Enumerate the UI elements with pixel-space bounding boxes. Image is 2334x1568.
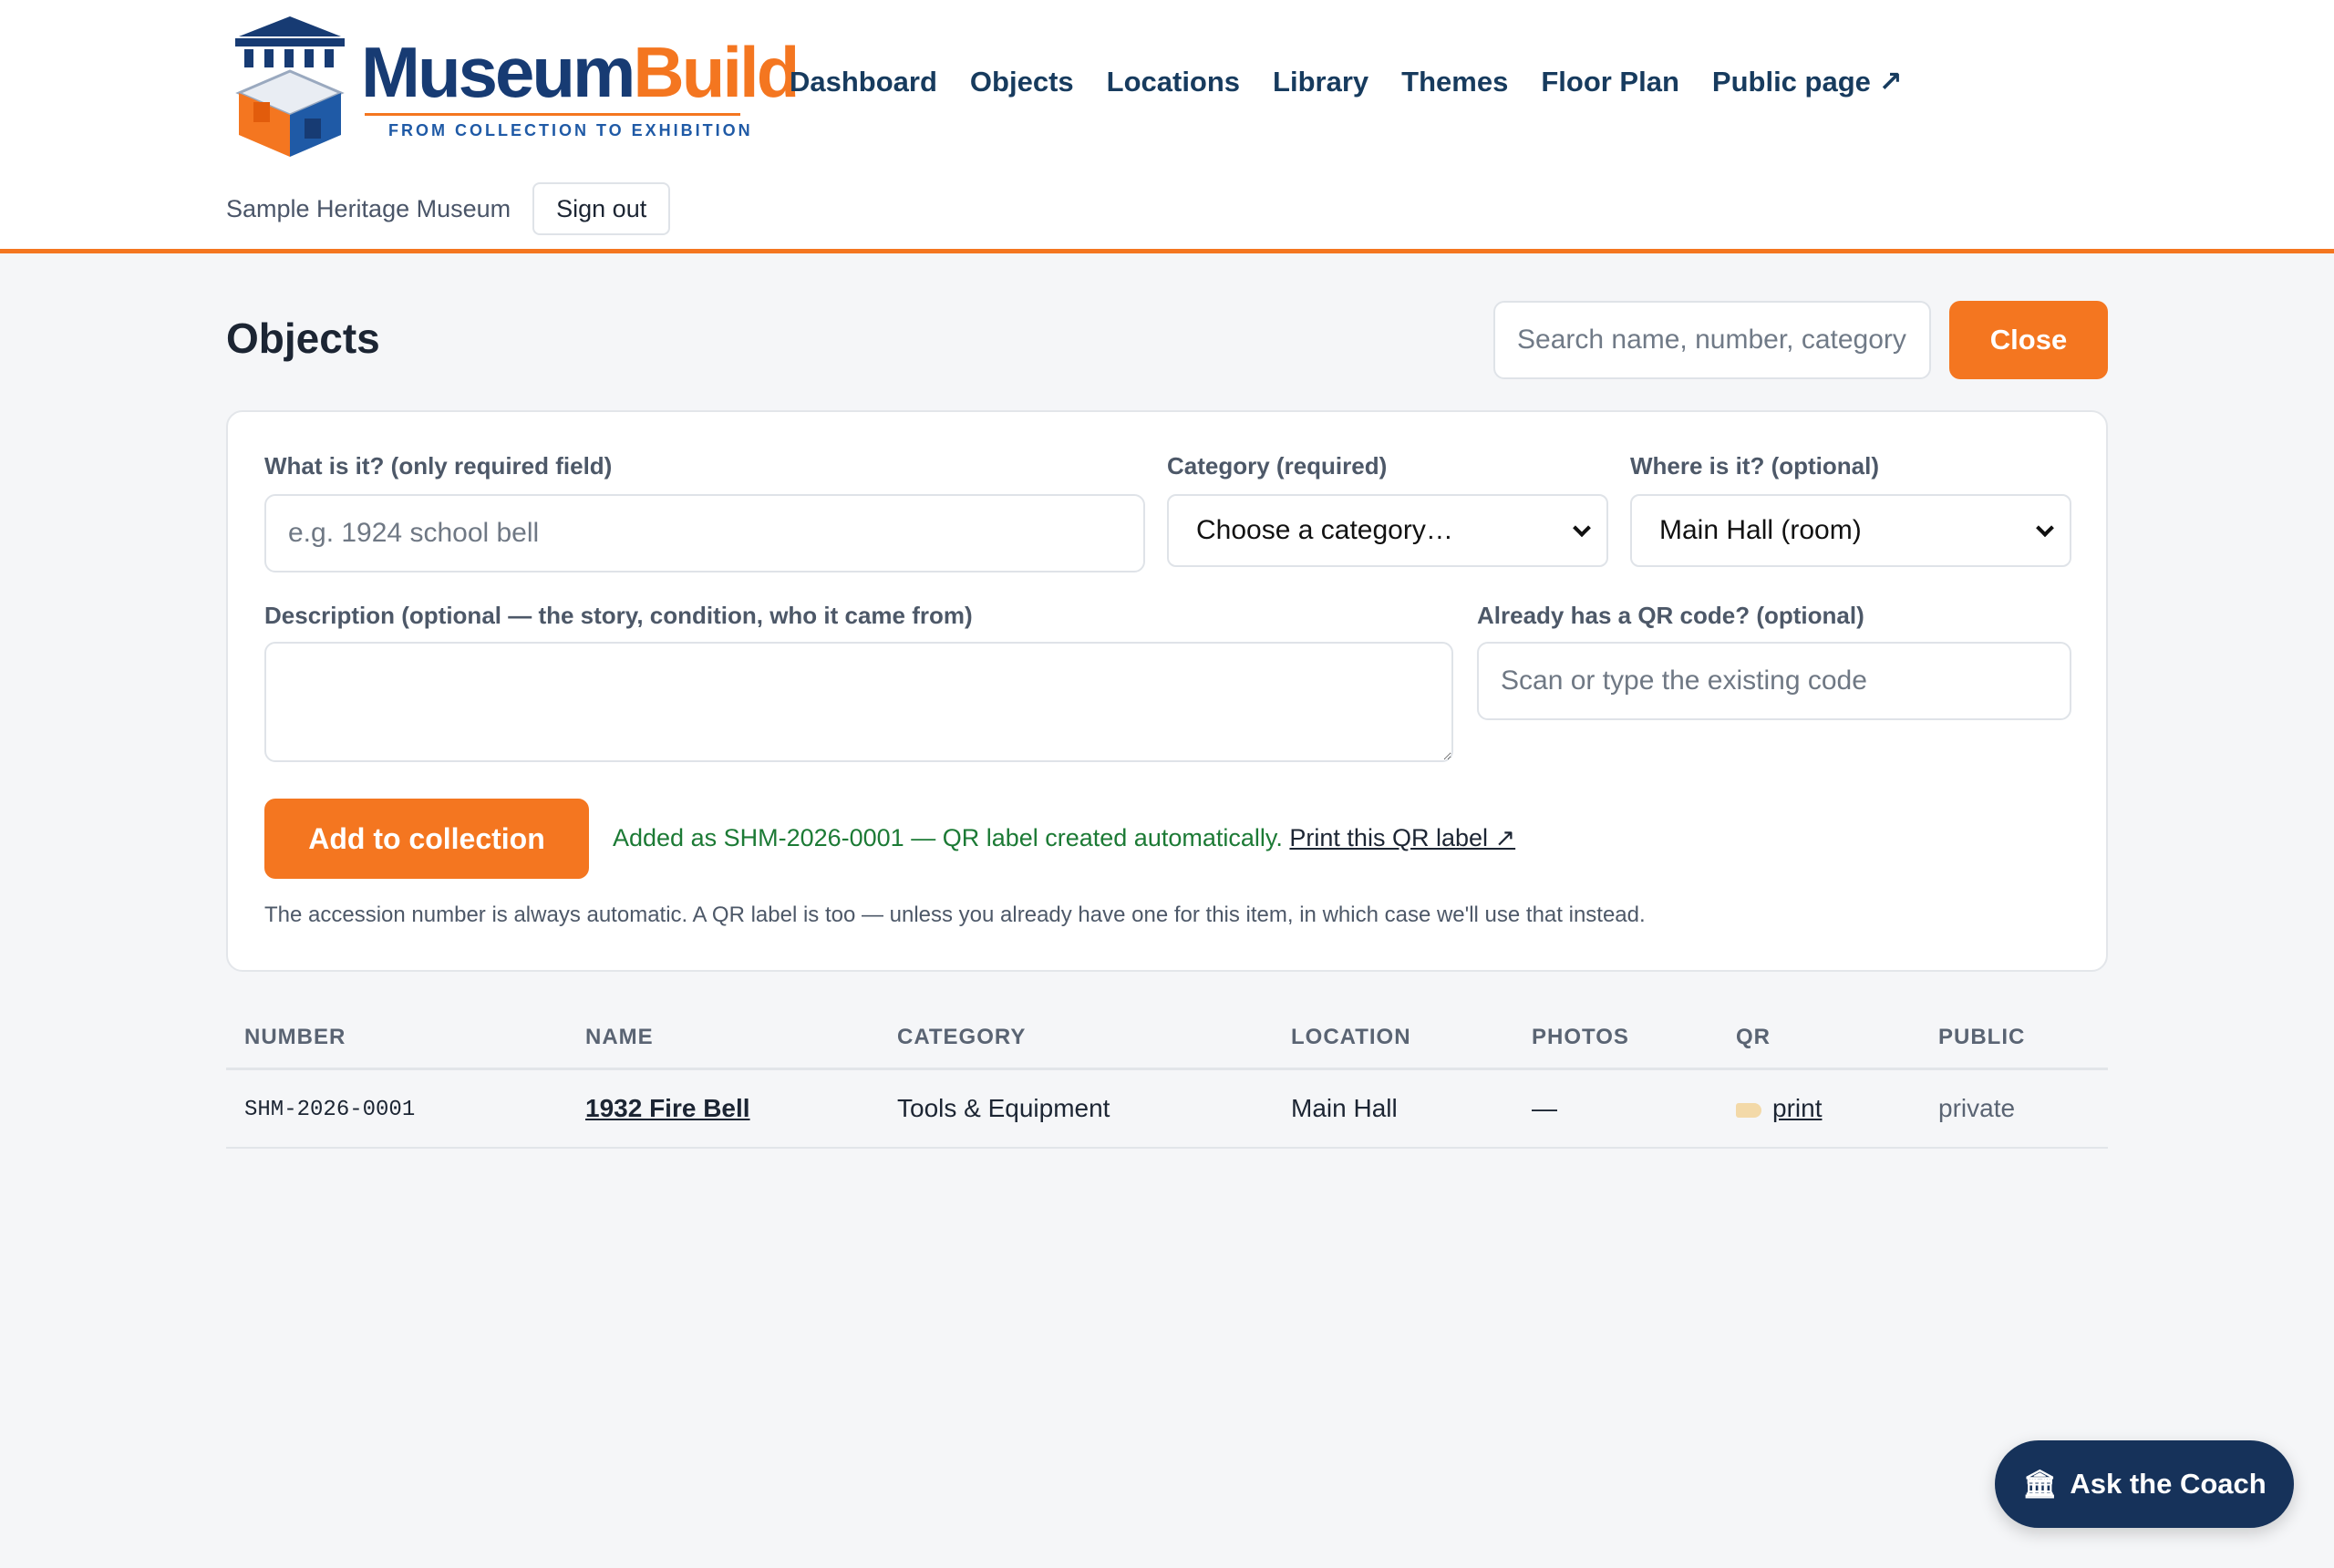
table-header: NUMBER NAME CATEGORY LOCATION PHOTOS QR …	[226, 1003, 2108, 1070]
cell-public-status: private	[1938, 1094, 2016, 1122]
nav-floor-plan[interactable]: Floor Plan	[1541, 66, 1679, 98]
location-label: Where is it? (optional)	[1630, 452, 1879, 480]
qr-code-label: Already has a QR code? (optional)	[1477, 602, 1864, 629]
org-name: Sample Heritage Museum	[226, 194, 511, 222]
label-tag-icon	[1736, 1102, 1761, 1118]
object-name-link[interactable]: 1932 Fire Bell	[585, 1094, 750, 1123]
museum-icon: 🏛	[2022, 1469, 2058, 1500]
account-row: Sample Heritage Museum Sign out	[226, 182, 671, 235]
logo-tagline: FROM COLLECTION TO EXHIBITION	[388, 121, 753, 139]
category-select[interactable]: Choose a category…	[1167, 494, 1608, 567]
column-header-name: NAME	[585, 1025, 654, 1049]
category-select-value: Choose a category…	[1196, 515, 1453, 545]
success-text: Added as SHM-2026-0001 — QR label create…	[613, 824, 1283, 851]
print-qr-label-link[interactable]: Print this QR label ↗	[1289, 824, 1515, 851]
print-qr-link-label: print	[1772, 1094, 1823, 1122]
column-header-number: NUMBER	[244, 1025, 346, 1049]
name-label: What is it? (only required field)	[264, 452, 613, 480]
logo-divider	[365, 113, 740, 116]
success-message: Added as SHM-2026-0001 — QR label create…	[613, 824, 1515, 852]
museum-building-icon	[235, 16, 345, 157]
main-nav: Dashboard Objects Locations Library Them…	[790, 66, 1935, 98]
description-textarea[interactable]	[264, 642, 1453, 762]
column-header-photos: PHOTOS	[1532, 1025, 1629, 1049]
logo-wordmark: MuseumBuild	[361, 32, 800, 112]
cell-category: Tools & Equipment	[897, 1094, 1110, 1122]
column-header-category: CATEGORY	[897, 1025, 1027, 1049]
location-select-value: Main Hall (room)	[1659, 515, 1862, 545]
nav-library[interactable]: Library	[1273, 66, 1368, 98]
chevron-down-icon	[1573, 519, 1591, 538]
cell-photos: —	[1532, 1094, 1557, 1122]
chevron-down-icon	[2036, 519, 2054, 538]
search-input[interactable]	[1493, 301, 1931, 379]
nav-dashboard[interactable]: Dashboard	[790, 66, 937, 98]
print-qr-link[interactable]: print	[1736, 1094, 1822, 1123]
nav-objects[interactable]: Objects	[970, 66, 1074, 98]
column-header-public: PUBLIC	[1938, 1025, 2026, 1049]
category-label: Category (required)	[1167, 452, 1388, 480]
page-title: Objects	[226, 315, 380, 362]
location-select[interactable]: Main Hall (room)	[1630, 494, 2071, 567]
nav-public-page[interactable]: Public page ↗	[1712, 66, 1903, 98]
accession-hint: The accession number is always automatic…	[264, 903, 1646, 927]
close-button[interactable]: Close	[1949, 301, 2108, 379]
museumbuild-logo[interactable]: MuseumBuild FROM COLLECTION TO EXHIBITIO…	[226, 11, 800, 162]
nav-themes[interactable]: Themes	[1401, 66, 1508, 98]
qr-code-input[interactable]	[1477, 642, 2071, 720]
ask-the-coach-button[interactable]: 🏛 Ask the Coach	[1995, 1440, 2294, 1528]
column-header-location: LOCATION	[1291, 1025, 1411, 1049]
description-label: Description (optional — the story, condi…	[264, 602, 973, 629]
cell-location: Main Hall	[1291, 1094, 1398, 1122]
ask-the-coach-label: Ask the Coach	[2070, 1468, 2267, 1500]
top-header: MuseumBuild FROM COLLECTION TO EXHIBITIO…	[0, 0, 2334, 253]
nav-locations[interactable]: Locations	[1107, 66, 1240, 98]
name-input[interactable]	[264, 494, 1145, 573]
column-header-qr: QR	[1736, 1025, 1771, 1049]
cell-number: SHM-2026-0001	[244, 1098, 416, 1122]
table-row: SHM-2026-0001 1932 Fire Bell Tools & Equ…	[226, 1070, 2108, 1149]
objects-table: NUMBER NAME CATEGORY LOCATION PHOTOS QR …	[226, 1003, 2108, 1149]
sign-out-button[interactable]: Sign out	[532, 182, 671, 235]
add-to-collection-button[interactable]: Add to collection	[264, 799, 589, 879]
add-object-form: What is it? (only required field) Catego…	[226, 410, 2108, 972]
